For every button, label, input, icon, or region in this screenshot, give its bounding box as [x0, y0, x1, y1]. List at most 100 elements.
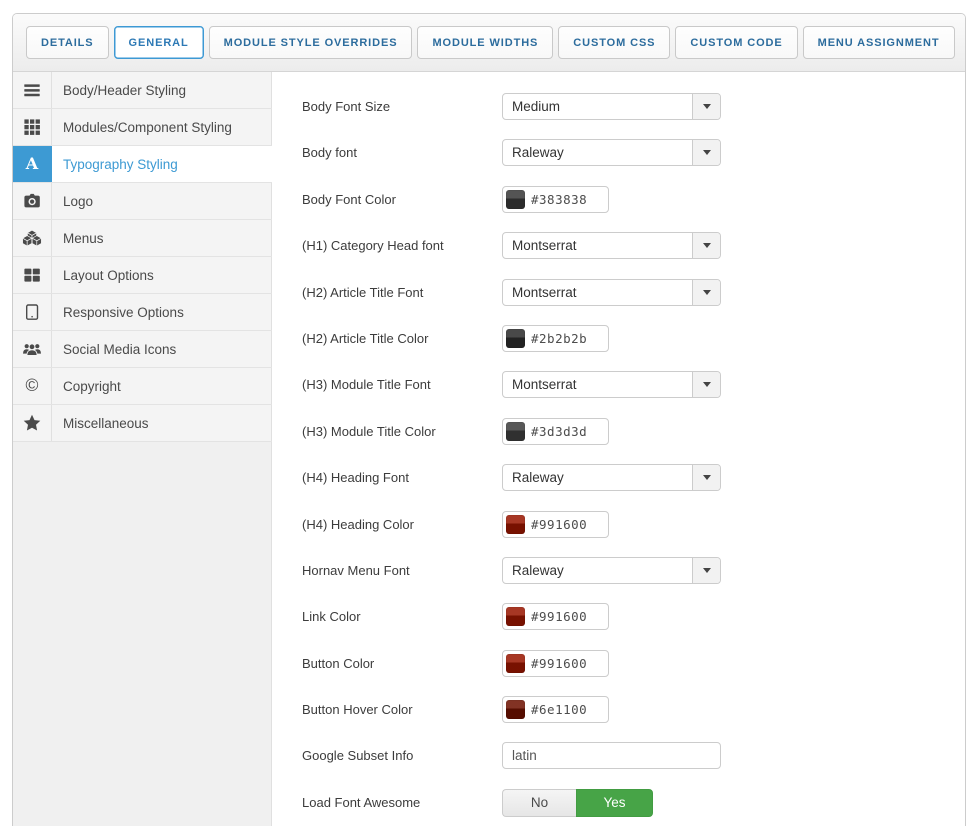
tab-bar: DETAILS GENERAL MODULE STYLE OVERRIDES MODU…	[13, 14, 965, 72]
select-dropdown-button[interactable]	[692, 233, 720, 259]
settings-form: Body Font Size Medium Body font Raleway Body…	[272, 72, 965, 826]
sidebar-item-label: Miscellaneous	[52, 405, 272, 441]
field-label: Button Hover Color	[302, 702, 413, 718]
select-dropdown-button[interactable]	[692, 140, 720, 166]
select-dropdown-button[interactable]	[692, 557, 720, 583]
select-dropdown-button[interactable]	[692, 465, 720, 491]
form-row-h2-article-title-font: (H2) Article Title Font Montserrat	[302, 278, 965, 306]
color-swatch[interactable]	[506, 514, 525, 534]
body-font-select[interactable]: Raleway	[502, 139, 721, 167]
body-font-color-input[interactable]: #383838	[502, 185, 609, 213]
field-label: (H2) Article Title Font	[302, 284, 424, 300]
color-swatch[interactable]	[506, 653, 525, 673]
caret-down-icon	[702, 150, 711, 156]
form-row-button-hover-color: Button Hover Color #6e1100	[302, 696, 965, 724]
select-dropdown-button[interactable]	[692, 372, 720, 398]
select-value: Raleway	[512, 470, 564, 486]
toggle-option-no[interactable]: No	[502, 788, 576, 817]
h2-article-title-color-input[interactable]: #2b2b2b	[502, 324, 609, 352]
select-value: Raleway	[512, 145, 564, 161]
form-row-h3-module-title-color: (H3) Module Title Color #3d3d3d	[302, 417, 965, 445]
form-row-h1-category-head-font: (H1) Category Head font Montserrat	[302, 232, 965, 260]
form-row-hornav-menu-font: Hornav Menu Font Raleway	[302, 556, 965, 584]
tab-module-style-overrides[interactable]: MODULE STYLE OVERRIDES	[208, 26, 413, 59]
color-hex-value: #6e1100	[531, 702, 588, 718]
tab-custom-css[interactable]: CUSTOM CSS	[558, 26, 671, 59]
tab-custom-code[interactable]: CUSTOM CODE	[675, 26, 798, 59]
users-icon	[13, 331, 52, 367]
color-swatch[interactable]	[506, 421, 525, 441]
cubes-icon	[13, 220, 52, 256]
tab-module-widths[interactable]: MODULE WIDTHS	[417, 26, 554, 59]
sidebar-item-social-media-icons[interactable]: Social Media Icons	[13, 331, 272, 368]
sidebar-item-label: Layout Options	[52, 257, 272, 293]
color-swatch[interactable]	[506, 189, 525, 209]
sidebar-item-typography-styling[interactable]: A Typography Styling	[13, 146, 272, 183]
field-label: Button Color	[302, 655, 375, 671]
button-hover-color-input[interactable]: #6e1100	[502, 696, 609, 724]
color-swatch[interactable]	[506, 607, 525, 627]
button-color-input[interactable]: #991600	[502, 649, 609, 677]
settings-sidebar: Body/Header Styling Modules/Component Sty…	[13, 72, 272, 826]
field-label: (H4) Heading Font	[302, 470, 409, 486]
caret-down-icon	[702, 289, 711, 295]
color-hex-value: #991600	[531, 516, 588, 532]
sidebar-item-label: Body/Header Styling	[52, 72, 272, 108]
tab-general[interactable]: GENERAL	[113, 26, 204, 59]
sidebar-item-label: Typography Styling	[52, 146, 272, 182]
form-row-load-font-awesome: Load Font Awesome No Yes	[302, 788, 965, 817]
google-subset-info-input[interactable]	[502, 742, 721, 770]
caret-down-icon	[702, 243, 711, 249]
sidebar-item-miscellaneous[interactable]: Miscellaneous	[13, 405, 272, 442]
th-large-icon	[13, 257, 52, 293]
field-label: (H4) Heading Color	[302, 516, 414, 532]
field-label: Google Subset Info	[302, 748, 414, 764]
sidebar-item-label: Logo	[52, 183, 272, 219]
sidebar-item-copyright[interactable]: © Copyright	[13, 368, 272, 405]
tab-details[interactable]: DETAILS	[26, 26, 109, 59]
select-value: Montserrat	[512, 238, 577, 254]
form-row-h4-heading-color: (H4) Heading Color #991600	[302, 510, 965, 538]
caret-down-icon	[702, 475, 711, 481]
sidebar-item-responsive-options[interactable]: Responsive Options	[13, 294, 272, 331]
field-label: Load Font Awesome	[302, 794, 421, 810]
sidebar-item-menus[interactable]: Menus	[13, 220, 272, 257]
select-value: Montserrat	[512, 284, 577, 300]
h4-heading-color-input[interactable]: #991600	[502, 510, 609, 538]
tablet-icon	[13, 294, 52, 330]
select-dropdown-button[interactable]	[692, 94, 720, 119]
h1-category-head-font-select[interactable]: Montserrat	[502, 232, 721, 260]
sidebar-filler	[13, 442, 272, 826]
h3-module-title-color-input[interactable]: #3d3d3d	[502, 417, 609, 445]
sidebar-item-body-header-styling[interactable]: Body/Header Styling	[13, 72, 272, 109]
sidebar-item-label: Responsive Options	[52, 294, 272, 330]
color-swatch[interactable]	[506, 328, 525, 348]
sidebar-item-label: Social Media Icons	[52, 331, 272, 367]
color-hex-value: #383838	[531, 191, 588, 207]
copyright-icon: ©	[13, 368, 52, 404]
body-font-size-select[interactable]: Medium	[502, 93, 721, 120]
field-label: (H2) Article Title Color	[302, 330, 429, 346]
h3-module-title-font-select[interactable]: Montserrat	[502, 371, 721, 399]
select-dropdown-button[interactable]	[692, 279, 720, 305]
field-label: Body Font Size	[302, 99, 391, 114]
form-row-button-color: Button Color #991600	[302, 649, 965, 677]
tab-menu-assignment[interactable]: MENU ASSIGNMENT	[802, 26, 955, 59]
color-hex-value: #991600	[531, 609, 588, 625]
sidebar-item-layout-options[interactable]: Layout Options	[13, 257, 272, 294]
h4-heading-font-select[interactable]: Raleway	[502, 464, 721, 492]
sidebar-item-label: Modules/Component Styling	[52, 109, 272, 145]
form-row-body-font-size: Body Font Size Medium	[302, 93, 965, 120]
toggle-option-yes[interactable]: Yes	[576, 788, 653, 817]
color-swatch[interactable]	[506, 700, 525, 720]
field-label: Hornav Menu Font	[302, 562, 410, 578]
sidebar-item-modules-component-styling[interactable]: Modules/Component Styling	[13, 109, 272, 146]
field-label: (H1) Category Head font	[302, 238, 444, 254]
form-row-body-font: Body font Raleway	[302, 139, 965, 167]
sidebar-item-logo[interactable]: Logo	[13, 183, 272, 220]
h2-article-title-font-select[interactable]: Montserrat	[502, 278, 721, 306]
camera-icon	[13, 183, 52, 219]
link-color-input[interactable]: #991600	[502, 603, 609, 631]
form-row-body-font-color: Body Font Color #383838	[302, 185, 965, 213]
hornav-menu-font-select[interactable]: Raleway	[502, 556, 721, 584]
